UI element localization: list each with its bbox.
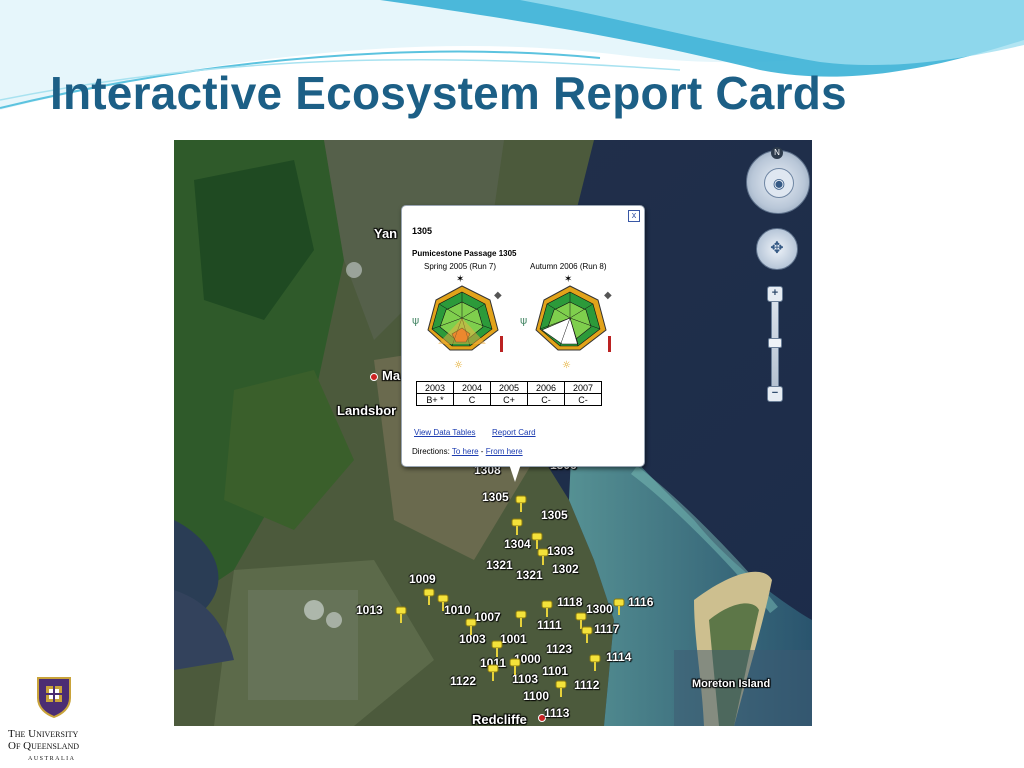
year-cell: 2007 xyxy=(564,381,602,394)
grade-cell: C+ xyxy=(490,393,528,406)
site-label[interactable]: 1321 xyxy=(486,558,513,572)
site-label[interactable]: 1101 xyxy=(542,664,568,678)
grade-cell: C- xyxy=(564,393,602,406)
pushpin-icon[interactable] xyxy=(612,598,626,616)
pan-control[interactable]: ✥ xyxy=(756,228,798,270)
site-label[interactable]: 1304 xyxy=(504,537,531,551)
pushpin-icon[interactable] xyxy=(422,588,436,606)
svg-text:ψ: ψ xyxy=(412,314,419,327)
grade-cell: C- xyxy=(527,393,565,406)
site-label[interactable]: 1123 xyxy=(546,642,572,656)
site-label[interactable]: 1112 xyxy=(574,678,599,692)
pushpin-icon[interactable] xyxy=(394,606,408,624)
site-label[interactable]: 1013 xyxy=(356,603,383,617)
place-label: Redcliffe xyxy=(472,712,527,726)
directions-from-link[interactable]: From here xyxy=(486,447,523,456)
town-marker xyxy=(370,373,378,381)
site-label[interactable]: 1001 xyxy=(500,632,527,646)
site-info-popup: x 1305 Pumicestone Passage 1305 Spring 2… xyxy=(401,205,645,467)
report-card-radar-left: ✶ ◆ ψ ☼ xyxy=(412,274,503,371)
pushpin-icon[interactable] xyxy=(580,626,594,644)
site-label[interactable]: 1321 xyxy=(516,568,543,582)
grade-cell: B+ * xyxy=(416,393,454,406)
run-label-left: Spring 2005 (Run 7) xyxy=(424,262,497,271)
pushpin-icon[interactable] xyxy=(554,680,568,698)
svg-text:✶: ✶ xyxy=(564,274,572,285)
directions-separator: - xyxy=(480,447,484,456)
svg-text:✶: ✶ xyxy=(456,274,464,285)
svg-text:◆: ◆ xyxy=(494,290,502,301)
site-label[interactable]: 1118 xyxy=(557,595,582,609)
university-name-line2: Of Queensland xyxy=(8,740,80,752)
pushpin-icon[interactable] xyxy=(540,600,554,618)
run-label-right: Autumn 2006 (Run 8) xyxy=(530,262,607,271)
pushpin-icon[interactable] xyxy=(514,610,528,628)
year-cell: 2005 xyxy=(490,381,528,394)
university-country: AUSTRALIA xyxy=(28,756,76,762)
pushpin-icon[interactable] xyxy=(508,658,522,676)
pushpin-icon[interactable] xyxy=(486,664,500,682)
site-label[interactable]: 1302 xyxy=(552,562,579,576)
site-label[interactable]: 1303 xyxy=(547,544,574,558)
year-cell: 2004 xyxy=(453,381,491,394)
report-card-radar-right: ✶ ◆ ψ ☼ xyxy=(520,274,612,371)
north-indicator[interactable]: N xyxy=(771,147,783,159)
pushpin-icon[interactable] xyxy=(464,618,478,636)
popup-title: Pumicestone Passage 1305 xyxy=(412,249,517,258)
view-data-tables-link[interactable]: View Data Tables xyxy=(414,428,476,437)
crest-icon xyxy=(37,677,71,718)
zoom-out-button[interactable]: − xyxy=(767,386,783,402)
site-label[interactable]: 1114 xyxy=(606,650,631,664)
university-name: The University Of Queensland xyxy=(8,728,100,752)
place-label: Landsbor xyxy=(337,403,397,418)
place-label: Ma xyxy=(382,368,401,383)
look-around-control[interactable]: N ◉ xyxy=(746,147,810,214)
directions-label: Directions: xyxy=(412,447,450,456)
university-logo: The University Of Queensland AUSTRALIA xyxy=(8,676,100,766)
site-label[interactable]: 1009 xyxy=(409,572,436,586)
site-label[interactable]: 1300 xyxy=(586,602,613,616)
year-cell: 2006 xyxy=(527,381,565,394)
popup-pointer xyxy=(509,464,521,482)
site-label[interactable]: 1116 xyxy=(628,595,653,609)
year-cell: 2003 xyxy=(416,381,454,394)
zoom-in-button[interactable]: + xyxy=(767,286,783,302)
site-label[interactable]: 1111 xyxy=(537,618,562,632)
pushpin-icon[interactable] xyxy=(514,495,528,513)
directions-to-link[interactable]: To here xyxy=(452,447,479,456)
place-label: Moreton Island xyxy=(692,678,771,690)
directions-row: Directions: To here - From here xyxy=(412,447,523,456)
zoom-thumb[interactable] xyxy=(768,338,782,348)
grades-table: 2003 2004 2005 2006 2007 B+ * C C+ C- C- xyxy=(416,381,602,406)
slide-title: Interactive Ecosystem Report Cards xyxy=(50,67,847,119)
report-card-link[interactable]: Report Card xyxy=(492,428,536,437)
grades-years-row: 2003 2004 2005 2006 2007 xyxy=(416,381,602,394)
svg-text:◆: ◆ xyxy=(604,290,612,301)
popup-site-id: 1305 xyxy=(412,226,433,236)
svg-text:ψ: ψ xyxy=(520,314,527,327)
place-label: Yan xyxy=(374,226,398,241)
site-label[interactable]: 1305 xyxy=(541,508,568,522)
eye-icon[interactable]: ◉ xyxy=(764,168,794,198)
university-name-line1: The University xyxy=(8,728,79,740)
site-label[interactable]: 1122 xyxy=(450,674,476,688)
site-label[interactable]: 1100 xyxy=(523,689,549,703)
close-icon[interactable]: x xyxy=(628,210,640,222)
pushpin-icon[interactable] xyxy=(536,548,550,566)
grades-values-row: B+ * C C+ C- C- xyxy=(416,393,602,406)
pushpin-icon[interactable] xyxy=(436,594,450,612)
hand-icon: ✥ xyxy=(770,240,784,257)
pushpin-icon[interactable] xyxy=(510,518,524,536)
site-label[interactable]: 1007 xyxy=(474,610,501,624)
site-label[interactable]: 1117 xyxy=(594,622,619,636)
site-label[interactable]: 1305 xyxy=(482,490,509,504)
svg-text:☼: ☼ xyxy=(562,360,571,371)
pushpin-icon[interactable] xyxy=(588,654,602,672)
site-label[interactable]: 1113 xyxy=(544,706,569,720)
grade-cell: C xyxy=(453,393,491,406)
pushpin-icon[interactable] xyxy=(490,640,504,658)
svg-text:☼: ☼ xyxy=(454,360,463,371)
